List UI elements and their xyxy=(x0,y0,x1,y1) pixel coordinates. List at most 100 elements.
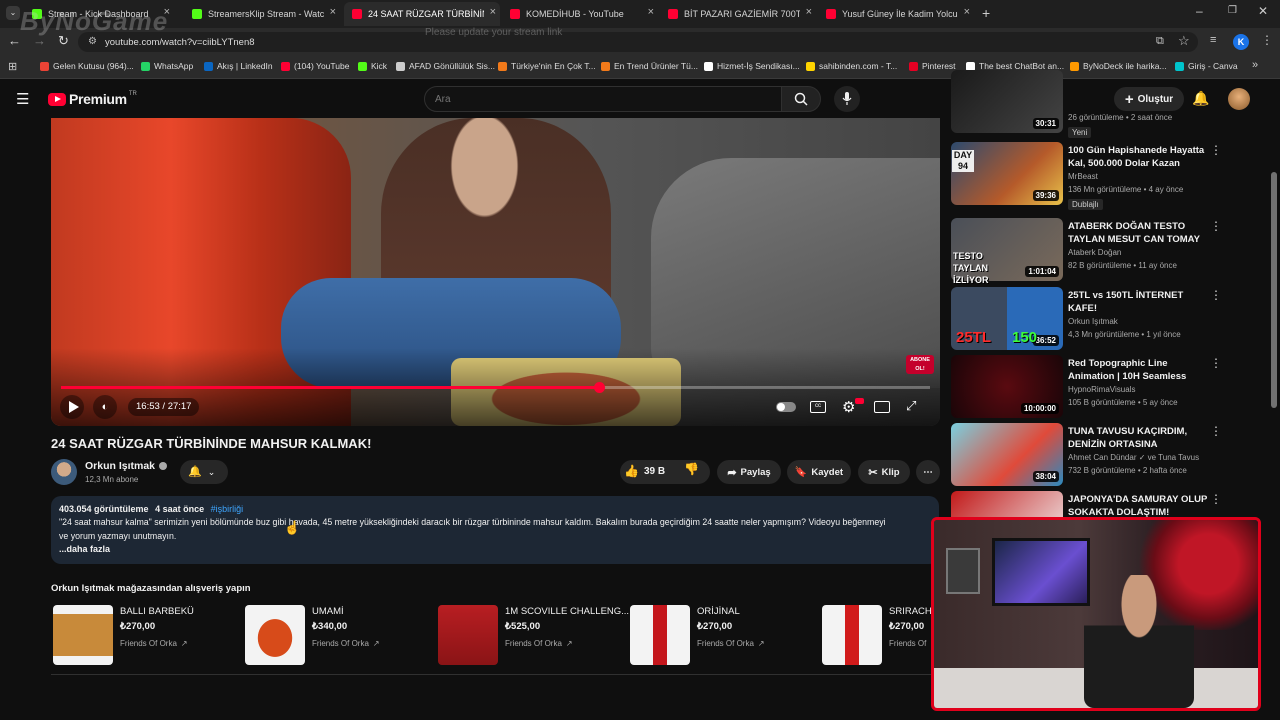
product-name[interactable]: SRIRACH xyxy=(889,606,932,617)
more-options-icon[interactable]: ⋮ xyxy=(1210,424,1222,438)
share-button[interactable]: ➦ Paylaş xyxy=(717,460,781,484)
more-options-icon[interactable]: ⋮ xyxy=(1210,143,1222,157)
bookmark-item[interactable]: ByNoDeck ile harika... xyxy=(1070,61,1167,71)
progress-scrubber-handle[interactable] xyxy=(593,382,605,393)
tab-close-icon[interactable]: × xyxy=(490,6,496,18)
hashtag-link[interactable]: #işbirliği xyxy=(211,504,244,514)
product-image[interactable] xyxy=(630,605,690,665)
recommendation-channel[interactable]: HypnoRimaVisuals xyxy=(1068,385,1135,394)
progress-bar-track[interactable] xyxy=(61,382,930,393)
product-name[interactable]: ORİJİNAL xyxy=(697,606,740,617)
volume-button[interactable]: ◐ xyxy=(93,395,117,419)
subtitles-icon[interactable]: cc xyxy=(810,401,826,413)
browser-menu-icon[interactable]: ⋮ xyxy=(1261,33,1273,47)
voice-search-button[interactable] xyxy=(834,86,860,112)
product-name[interactable]: UMAMİ xyxy=(312,606,344,617)
video-player[interactable] xyxy=(51,118,940,426)
product-image[interactable] xyxy=(438,605,498,665)
recommendation-title[interactable]: TUNA TAVUSU KAÇIRDIM, DENİZİN ORTASINA B… xyxy=(1068,425,1208,451)
bookmark-item[interactable]: Giriş - Canva xyxy=(1175,61,1238,71)
bookmark-star-icon[interactable]: ☆ xyxy=(1178,33,1190,49)
product-name[interactable]: BALLI BARBEKÜ xyxy=(120,606,194,617)
search-box[interactable] xyxy=(424,86,782,112)
tab-5[interactable]: BİT PAZARI GAZİEMİR 700TL İLE × xyxy=(660,2,816,26)
more-options-icon[interactable]: ⋮ xyxy=(1210,356,1222,370)
recommendation-channel[interactable]: Orkun Işıtmak xyxy=(1068,317,1118,326)
youtube-logo[interactable]: Premium TR xyxy=(48,91,137,107)
subscribe-overlay-badge[interactable]: ABONE OL! xyxy=(906,355,934,374)
bookmarks-overflow-icon[interactable]: » xyxy=(1252,59,1258,71)
theater-mode-icon[interactable] xyxy=(874,401,890,413)
bookmark-item[interactable]: (104) YouTube xyxy=(281,61,349,71)
bookmark-item[interactable]: Hizmet-İş Sendikası... xyxy=(704,61,800,71)
product-seller[interactable]: Friends Of↗ xyxy=(889,639,937,648)
account-avatar[interactable] xyxy=(1228,88,1250,110)
page-scrollbar-thumb[interactable] xyxy=(1271,172,1277,408)
channel-avatar[interactable] xyxy=(51,459,77,485)
product-seller[interactable]: Friends Of Orka ↗ xyxy=(312,639,380,648)
create-button[interactable]: + Oluştur xyxy=(1114,87,1184,111)
bookmark-item[interactable]: Akış | LinkedIn xyxy=(204,61,273,71)
recommendation-thumbnail[interactable]: 10:00:00 xyxy=(951,355,1063,418)
product-seller[interactable]: Friends Of Orka ↗ xyxy=(697,639,765,648)
site-info-icon[interactable]: ⚙ xyxy=(88,36,97,47)
tab-close-icon[interactable]: × xyxy=(330,6,336,18)
settings-gear-icon[interactable]: ⚙ xyxy=(842,398,855,416)
bookmark-item[interactable]: Kick xyxy=(358,61,387,71)
hamburger-menu-icon[interactable]: ☰ xyxy=(16,90,29,108)
tab-4[interactable]: KOMEDİHUB - YouTube × xyxy=(502,2,658,26)
like-button[interactable]: 👍 39 B xyxy=(624,464,665,478)
recommendation-channel[interactable]: Ahmet Can Dündar ✓ ve Tuna Tavus xyxy=(1068,453,1199,462)
url-text[interactable]: youtube.com/watch?v=ciibLYTnen8 xyxy=(105,37,255,48)
install-app-icon[interactable]: ⧉ xyxy=(1156,35,1164,48)
tab-2[interactable]: StreamersKlip Stream - Watch L × xyxy=(184,2,340,26)
bookmark-item[interactable]: Gelen Kutusu (964)... xyxy=(40,61,134,71)
bookmark-item[interactable]: WhatsApp xyxy=(141,61,193,71)
recommendation-thumbnail[interactable]: 30:31 xyxy=(951,70,1063,133)
product-seller[interactable]: Friends Of Orka ↗ xyxy=(505,639,573,648)
bookmark-item[interactable]: Pinterest xyxy=(909,61,956,71)
notifications-bell-icon[interactable]: 🔔 xyxy=(1192,90,1209,107)
subscribed-bell-button[interactable]: 🔔 ⌄ xyxy=(180,460,228,484)
search-input[interactable] xyxy=(433,90,767,108)
bookmark-item[interactable]: sahibinden.com - T... xyxy=(806,61,897,71)
bookmark-item[interactable]: En Trend Ürünler Tü... xyxy=(601,61,698,71)
tab-list-icon[interactable]: ⌄ xyxy=(6,6,20,20)
new-tab-button[interactable]: + xyxy=(982,5,990,21)
recommendation-thumbnail[interactable]: 38:04 xyxy=(951,423,1063,486)
search-button[interactable] xyxy=(781,86,821,112)
maximize-icon[interactable]: ❐ xyxy=(1228,5,1237,16)
autoplay-toggle[interactable] xyxy=(776,402,796,412)
minimize-icon[interactable]: – xyxy=(1196,4,1203,18)
save-button[interactable]: 🔖 Kaydet xyxy=(787,460,851,484)
product-image[interactable] xyxy=(245,605,305,665)
media-icon[interactable]: ≡ xyxy=(1210,34,1216,46)
tab-close-icon[interactable]: × xyxy=(964,6,970,18)
tab-close-icon[interactable]: × xyxy=(806,6,812,18)
product-seller[interactable]: Friends Of Orka ↗ xyxy=(120,639,188,648)
play-button[interactable] xyxy=(60,395,84,419)
bookmark-item[interactable]: AFAD Gönüllülük Sis... xyxy=(396,61,495,71)
dislike-button[interactable]: 👎 xyxy=(684,462,699,476)
profile-avatar[interactable]: K xyxy=(1233,34,1249,50)
tab-6[interactable]: Yusuf Güney İle Kadim Yolculuk × xyxy=(818,2,974,26)
close-window-icon[interactable]: ✕ xyxy=(1258,4,1268,18)
product-image[interactable] xyxy=(53,605,113,665)
tab-3[interactable]: 24 SAAT RÜZGAR TÜRBİNİNDE × xyxy=(344,2,500,26)
recommendation-title[interactable]: 25TL vs 150TL İNTERNET KAFE! xyxy=(1068,289,1208,315)
tab-close-icon[interactable]: × xyxy=(648,6,654,18)
product-name[interactable]: 1M SCOVILLE CHALLENG... xyxy=(505,606,629,617)
more-actions-button[interactable]: ⋯ xyxy=(916,460,940,484)
recommendation-title[interactable]: Red Topographic Line Animation | 10H Sea… xyxy=(1068,357,1208,383)
recommendation-title[interactable]: ATABERK DOĞAN TESTO TAYLAN MESUT CAN TOM… xyxy=(1068,220,1208,246)
recommendation-title[interactable]: JAPONYA'DA SAMURAY OLUP SOKAKTA DOLAŞTIM… xyxy=(1068,493,1208,519)
recommendation-channel[interactable]: Ataberk Doğan xyxy=(1068,248,1121,257)
recommendation-title[interactable]: 100 Gün Hapishanede Hayatta Kal, 500.000… xyxy=(1068,144,1208,170)
bookmark-item[interactable]: Türkiye'nin En Çok T... xyxy=(498,61,596,71)
more-options-icon[interactable]: ⋮ xyxy=(1210,219,1222,233)
apps-grid-icon[interactable]: ⊞ xyxy=(8,60,17,73)
more-options-icon[interactable]: ⋮ xyxy=(1210,492,1222,506)
recommendation-channel[interactable]: MrBeast xyxy=(1068,172,1098,181)
product-image[interactable] xyxy=(822,605,882,665)
channel-name[interactable]: Orkun Işıtmak xyxy=(85,460,168,472)
